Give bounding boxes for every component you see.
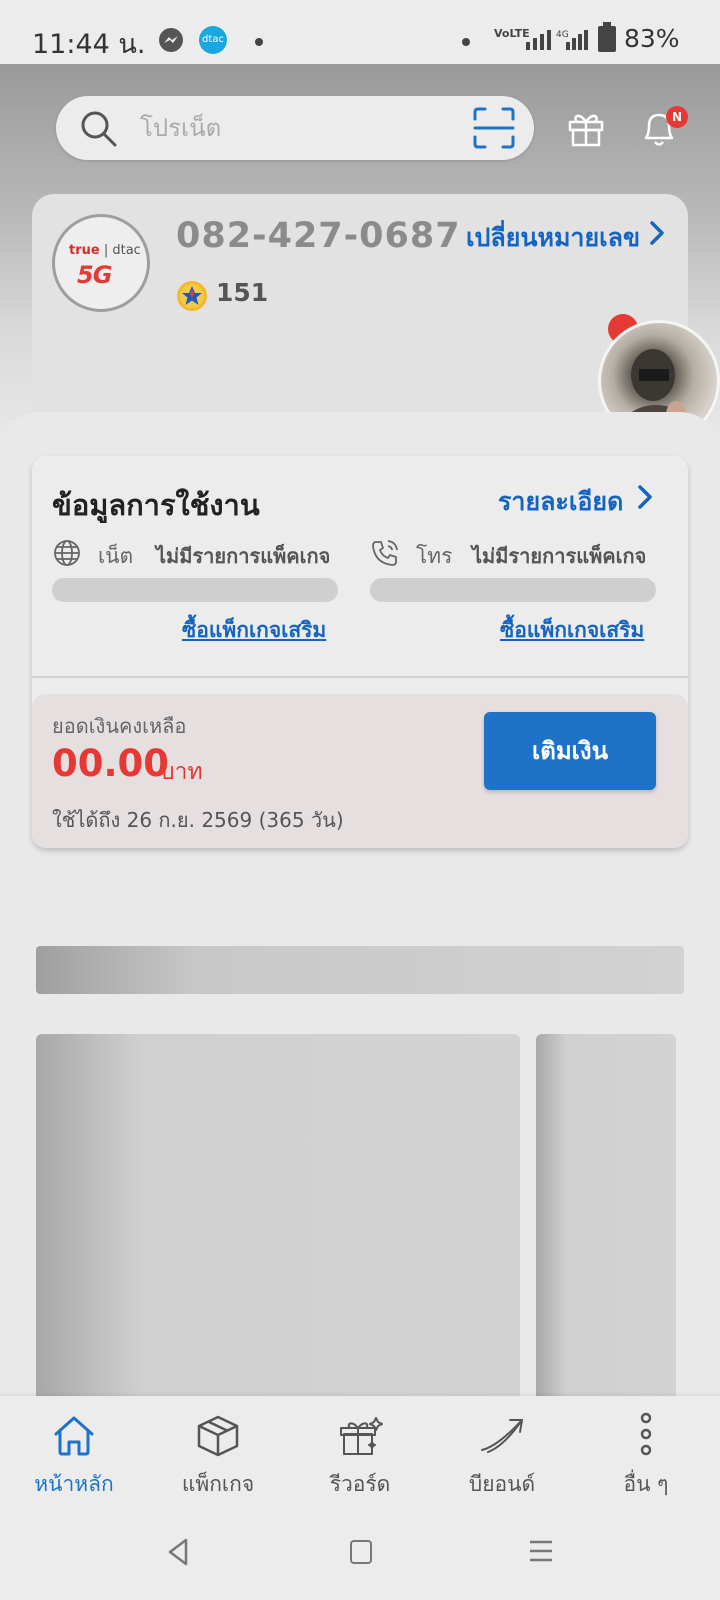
messenger-icon (159, 28, 183, 52)
phone-number: 082-427-0687 (176, 216, 461, 256)
dtac-notification-icon: dtac (199, 26, 227, 54)
divider (32, 676, 688, 678)
net-package-status: ไม่มีรายการแพ็คเกจ (156, 544, 331, 568)
status-time: 11:44 น. (32, 29, 146, 60)
gift-icon[interactable] (566, 108, 606, 148)
scan-qr-icon[interactable] (472, 106, 516, 150)
signal-4g-icon: 4G (556, 30, 588, 50)
buy-addon-net-link[interactable]: ซื้อแพ็กเกจเสริม (182, 614, 326, 647)
tab-packages[interactable]: แพ็กเกจ (148, 1396, 288, 1508)
status-bar: 11:44 น. dtac VoLTE 4G 83% (0, 0, 720, 64)
loading-placeholder-card (536, 1034, 676, 1410)
recent-apps-icon[interactable] (528, 1538, 554, 1564)
box-icon (197, 1415, 239, 1457)
home-icon (54, 1416, 94, 1456)
loading-placeholder-bar (36, 946, 684, 994)
tab-label: รีวอร์ด (329, 1472, 391, 1496)
details-link[interactable]: รายละเอียด (498, 482, 623, 522)
tab-more[interactable]: อื่น ๆ (576, 1396, 716, 1508)
chevron-right-icon[interactable] (636, 484, 654, 510)
tab-label: อื่น ๆ (623, 1472, 669, 1496)
tab-label: บียอนด์ (468, 1472, 536, 1496)
battery-percent: 83% (624, 24, 680, 53)
notification-dot-icon (255, 38, 263, 46)
usage-title: ข้อมูลการใช้งาน (52, 488, 260, 522)
reward-gift-icon (340, 1417, 383, 1455)
tab-label: แพ็กเกจ (181, 1472, 255, 1496)
call-package-status: ไม่มีรายการแพ็คเกจ (472, 544, 647, 568)
topup-button[interactable]: เติมเงิน (484, 712, 656, 790)
account-card: true | dtac 5G 082-427-0687 เปลี่ยนหมายเ… (32, 194, 688, 444)
call-usage-bar (370, 578, 656, 602)
volte-indicator: VoLTE (494, 27, 530, 40)
logo-5g: 5G (77, 261, 112, 289)
net-label: เน็ต (98, 544, 134, 568)
home-square-icon[interactable] (350, 1540, 372, 1564)
logo-sub: dtac (112, 243, 141, 258)
search-input[interactable] (140, 110, 460, 146)
star-points-icon (177, 281, 207, 311)
tab-label: หน้าหลัก (34, 1472, 114, 1496)
beyond-icon (481, 1419, 523, 1453)
balance-unit: บาท (160, 759, 203, 785)
tab-home[interactable]: หน้าหลัก (4, 1396, 144, 1508)
notification-badge: N (666, 106, 688, 128)
notification-dot-icon (462, 38, 470, 46)
buy-addon-call-link[interactable]: ซื้อแพ็กเกจเสริม (500, 614, 644, 647)
balance-amount: 00.00 (52, 742, 170, 785)
back-icon[interactable] (164, 1536, 192, 1568)
points-count: 151 (216, 278, 269, 307)
call-label: โทร (416, 544, 453, 568)
net-usage-bar (52, 578, 338, 602)
logo-brand: true (69, 243, 100, 258)
phone-call-icon (372, 540, 398, 566)
change-number-link[interactable]: เปลี่ยนหมายเลข (466, 218, 640, 258)
loading-placeholder-card (36, 1034, 520, 1410)
signal-icon (526, 30, 551, 50)
balance-section: ยอดเงินคงเหลือ 00.00 บาท ใช้ได้ถึง 26 ก.… (32, 694, 688, 848)
bottom-tab-bar: หน้าหลัก แพ็กเกจ รีวอร์ด บียอนด์ อื่น ๆ (0, 1396, 720, 1508)
valid-until: ใช้ได้ถึง 26 ก.ย. 2569 (365 วัน) (52, 808, 344, 832)
tab-rewards[interactable]: รีวอร์ด (290, 1396, 430, 1508)
battery-icon (598, 22, 616, 52)
system-nav-bar (0, 1508, 720, 1600)
true-dtac-5g-logo: true | dtac 5G (52, 214, 150, 312)
more-dots-icon (640, 1412, 652, 1456)
balance-label: ยอดเงินคงเหลือ (52, 714, 187, 738)
tab-beyond[interactable]: บียอนด์ (432, 1396, 572, 1508)
chevron-right-icon[interactable] (648, 220, 666, 246)
search-bar[interactable] (56, 96, 534, 160)
svg-text:4G: 4G (556, 30, 569, 40)
globe-icon (54, 540, 80, 566)
search-icon (81, 111, 117, 147)
usage-card: ข้อมูลการใช้งาน รายละเอียด เน็ต ไม่มีราย… (32, 456, 688, 848)
